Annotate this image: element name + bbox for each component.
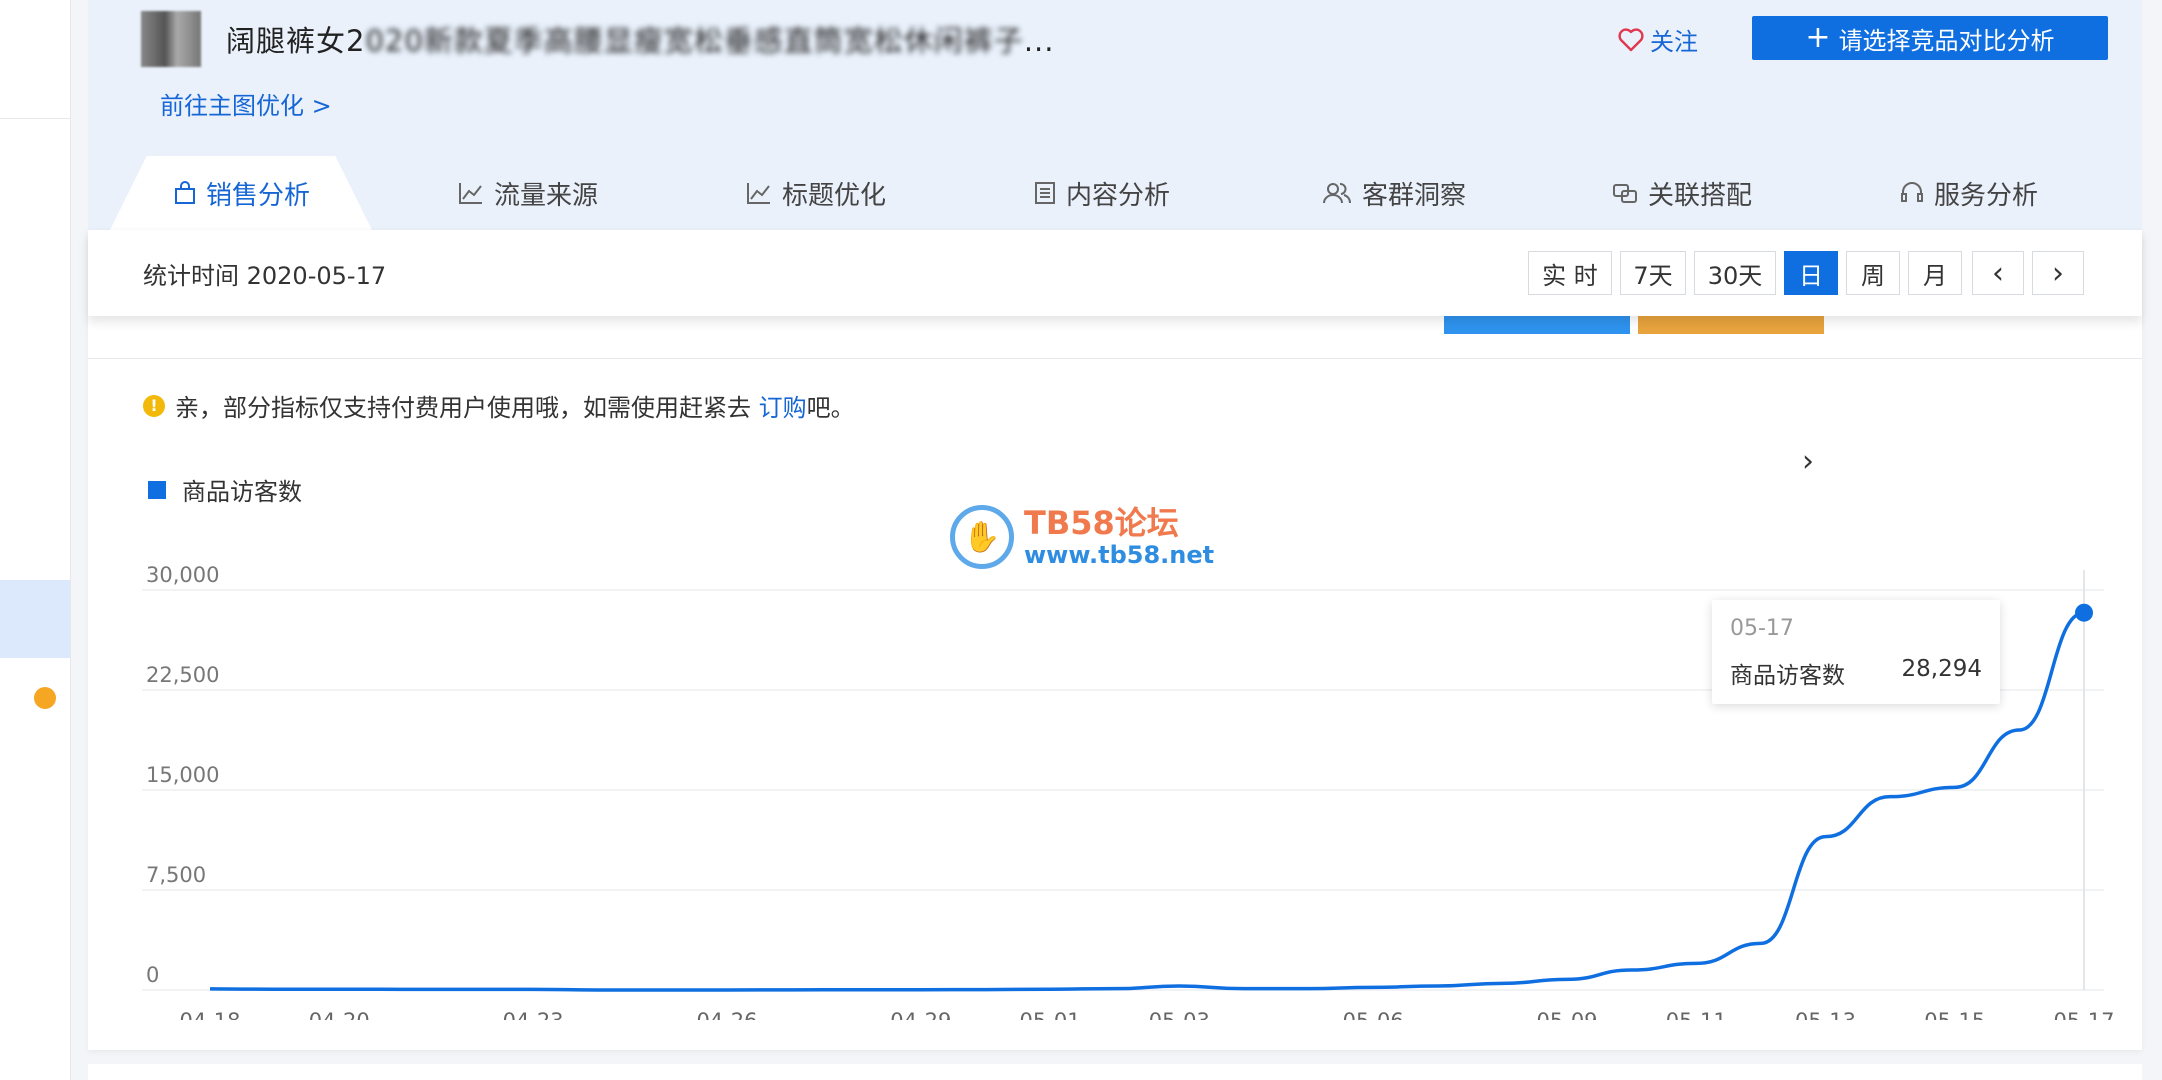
watermark-url: www.tb58.net	[1024, 541, 1215, 569]
x-tick-label: 04-26	[696, 1009, 757, 1020]
tab-related-matching[interactable]: 关联搭配	[1612, 156, 1752, 230]
follow-label: 关注	[1650, 28, 1698, 56]
hidden-button-underlay	[1444, 316, 1630, 334]
line-chart-icon	[459, 183, 482, 204]
tab-content-analysis[interactable]: 内容分析	[1034, 156, 1170, 230]
product-title-blurred: 020新款夏季高腰显瘦宽松垂感直筒宽松休闲裤子	[365, 24, 1024, 58]
tooltip-series-name: 商品访客数	[1730, 663, 1845, 689]
tab-service-analysis[interactable]: 服务分析	[1900, 156, 2038, 230]
y-tick-label: 7,500	[146, 863, 206, 887]
link-icon	[1613, 184, 1637, 203]
tooltip-date: 05-17	[1730, 616, 1794, 641]
x-tick-label: 05-11	[1666, 1009, 1727, 1020]
tab-traffic-source[interactable]: 流量来源	[458, 156, 598, 230]
next-section-edge	[88, 1064, 2142, 1080]
x-tick-label: 05-06	[1343, 1009, 1404, 1020]
period-7d[interactable]: 7天	[1620, 251, 1686, 295]
tab-label: 客群洞察	[1362, 180, 1467, 211]
warning-icon: !	[143, 394, 165, 417]
x-tick-label: 04-23	[503, 1009, 564, 1020]
paid-feature-notice: ! 亲，部分指标仅支持付费用户使用哦，如需使用赶紧去 订购吧。	[143, 388, 855, 423]
product-title: 阔腿裤女2020新款夏季高腰显瘦宽松垂感直筒宽松休闲裤子...	[226, 18, 1054, 60]
left-rail	[0, 0, 71, 1080]
tooltip-value: 28,294	[1901, 656, 1982, 682]
x-tick-label: 05-17	[2053, 1009, 2114, 1020]
prev-button[interactable]: ‹	[1972, 251, 2024, 295]
period-realtime[interactable]: 实 时	[1528, 251, 1612, 295]
follow-button[interactable]: 关注	[1618, 22, 1698, 57]
period-month[interactable]: 月	[1908, 251, 1962, 295]
headset-icon	[1901, 182, 1923, 202]
data-point	[2075, 603, 2093, 622]
rail-divider	[0, 118, 70, 119]
notice-after: 吧。	[806, 394, 855, 422]
product-thumbnail[interactable]	[141, 11, 201, 67]
hidden-button-underlay	[1638, 316, 1824, 334]
tab-title-optimization[interactable]: 标题优化	[746, 156, 886, 230]
product-title-suffix: ...	[1023, 24, 1055, 58]
compare-label: 请选择竞品对比分析	[1838, 26, 2055, 55]
users-icon	[1323, 183, 1351, 204]
product-title-prefix: 阔腿裤女2	[226, 24, 366, 58]
compare-competitor-button[interactable]: + 请选择竞品对比分析	[1752, 16, 2108, 60]
x-tick-label: 05-01	[1020, 1009, 1081, 1020]
y-tick-label: 0	[146, 963, 159, 987]
subscribe-link[interactable]: 订购	[759, 394, 807, 422]
notification-dot	[34, 687, 56, 709]
y-tick-label: 22,500	[146, 663, 219, 687]
x-tick-label: 05-15	[1924, 1009, 1985, 1020]
rail-active-item[interactable]	[0, 580, 70, 658]
tab-label: 内容分析	[1066, 180, 1171, 211]
tab-audience-insight[interactable]: 客群洞察	[1322, 156, 1466, 230]
line-chart-icon	[747, 183, 770, 204]
tab-label: 关联搭配	[1648, 180, 1753, 211]
bag-icon	[175, 181, 195, 204]
tab-label: 服务分析	[1934, 180, 2039, 211]
y-tick-label: 15,000	[146, 763, 219, 787]
plus-icon: +	[1805, 20, 1831, 55]
next-button[interactable]: ›	[2032, 251, 2084, 295]
tab-sales-analysis[interactable]: 销售分析	[174, 156, 310, 230]
tab-label: 流量来源	[494, 180, 599, 211]
period-week[interactable]: 周	[1846, 251, 1900, 295]
chart-tooltip: 05-17 商品访客数 28,294	[1712, 600, 2000, 704]
hand-logo-icon: ✋	[950, 505, 1014, 569]
notice-before: 亲，部分指标仅支持付费用户使用哦，如需使用赶紧去	[175, 394, 759, 422]
date-toolbar: 统计时间 2020-05-17 实 时 7天 30天 日 周 月 ‹ ›	[88, 230, 2142, 316]
period-day[interactable]: 日	[1784, 251, 1838, 295]
x-tick-label: 04-29	[890, 1009, 951, 1020]
main-panel: 统计时间 2020-05-17 实 时 7天 30天 日 周 月 ‹ › ! 亲…	[88, 230, 2142, 1050]
forum-watermark: ✋ TB58论坛 www.tb58.net	[950, 505, 1214, 569]
x-tick-label: 04-20	[309, 1009, 370, 1020]
tab-label: 销售分析	[206, 180, 311, 211]
tab-label: 标题优化	[782, 180, 887, 211]
x-tick-label: 05-03	[1149, 1009, 1210, 1020]
period-30d[interactable]: 30天	[1694, 251, 1776, 295]
document-icon	[1035, 182, 1055, 204]
product-header: 阔腿裤女2020新款夏季高腰显瘦宽松垂感直筒宽松休闲裤子... 前往主图优化 >…	[88, 0, 2142, 230]
y-tick-label: 30,000	[146, 563, 219, 587]
stat-time: 统计时间 2020-05-17	[143, 262, 387, 290]
section-divider	[88, 358, 2142, 359]
tab-bar: 销售分析 流量来源 标题优化 内容分析 客群洞察 关联搭配 服务分析	[88, 156, 2142, 230]
x-tick-label: 04-18	[179, 1009, 240, 1020]
notice-text: 亲，部分指标仅支持付费用户使用哦，如需使用赶紧去 订购吧。	[175, 388, 855, 423]
goto-main-image-link[interactable]: 前往主图优化 >	[160, 86, 332, 121]
heart-icon	[1618, 27, 1644, 51]
x-tick-label: 05-09	[1537, 1009, 1598, 1020]
watermark-title: TB58论坛	[1024, 504, 1179, 542]
x-tick-label: 05-13	[1795, 1009, 1856, 1020]
